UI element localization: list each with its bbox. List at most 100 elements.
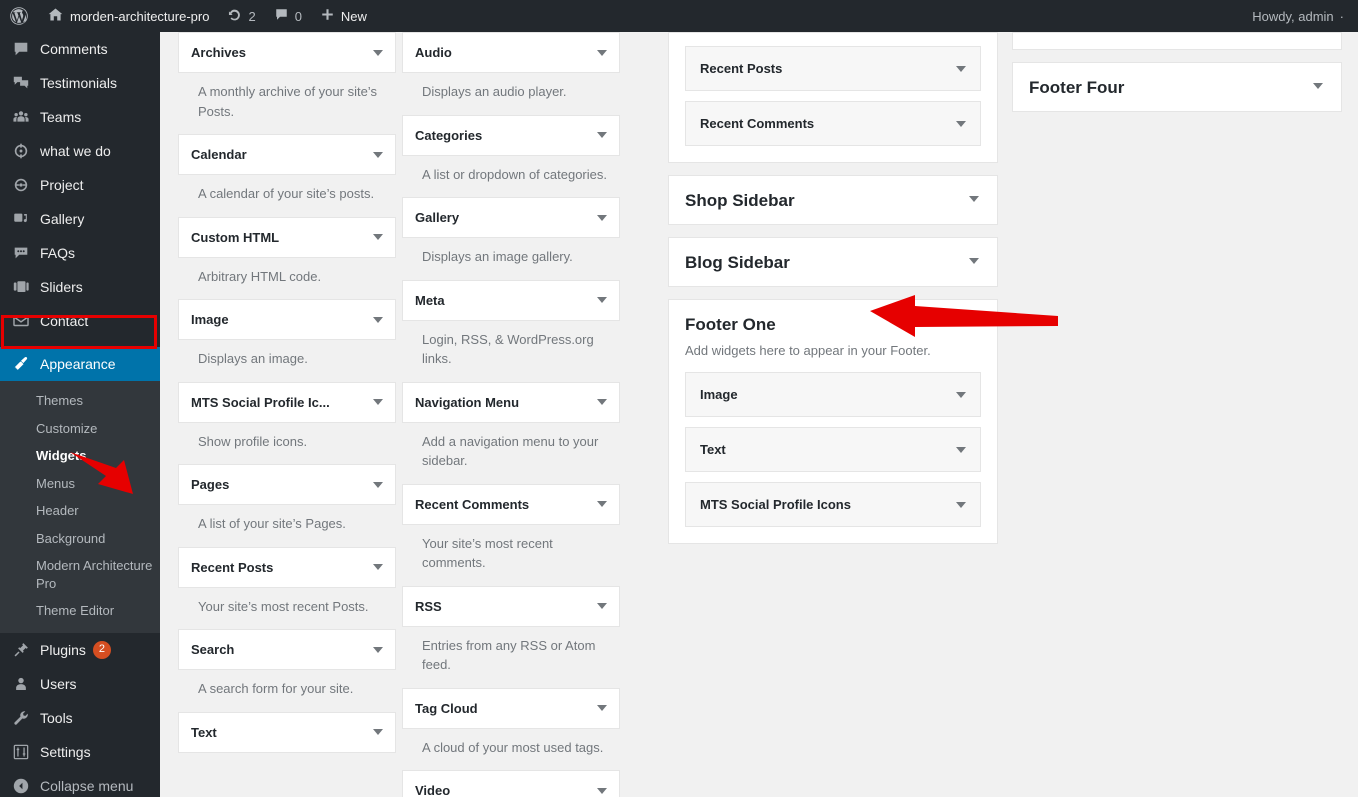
chevron-down-icon[interactable] [956,392,966,398]
chevron-down-icon[interactable] [373,152,383,158]
widget-card-calendar[interactable]: Calendar [178,134,396,175]
sidebar-panel-open-top[interactable]: Recent Posts Recent Comments [668,32,998,163]
site-name-menu[interactable]: morden-architecture-pro [38,0,218,32]
chevron-down-icon[interactable] [373,647,383,653]
sidebar-item-settings[interactable]: Settings [0,735,160,769]
sidebar-item-contact[interactable]: Contact [0,304,160,338]
collapse-menu-button[interactable]: Collapse menu [0,769,160,797]
assigned-widget-recent-comments[interactable]: Recent Comments [685,101,981,146]
chevron-down-icon[interactable] [956,121,966,127]
sidebar-panel-shop-sidebar[interactable]: Shop Sidebar [668,175,998,225]
chevron-down-icon[interactable] [373,234,383,240]
assigned-widget-mts-social-profile-icons[interactable]: MTS Social Profile Icons [685,482,981,527]
chevron-down-icon[interactable] [597,297,607,303]
widget-card-archives[interactable]: Archives [178,32,396,73]
widget-card-header[interactable]: Pages [179,465,395,504]
sidebar-panel-blog-sidebar[interactable]: Blog Sidebar [668,237,998,287]
widget-card-recent-comments[interactable]: Recent Comments [402,484,620,525]
widget-card-header[interactable]: Recent Comments [403,485,619,524]
widget-card-search[interactable]: Search [178,629,396,670]
chevron-down-icon[interactable] [373,729,383,735]
chevron-down-icon[interactable] [597,788,607,794]
chevron-down-icon[interactable] [597,132,607,138]
widget-card-header[interactable]: Meta [403,281,619,320]
sidebar-item-plugins[interactable]: Plugins 2 [0,633,160,667]
sidebar-item-comments[interactable]: Comments [0,32,160,66]
chevron-down-icon[interactable] [373,482,383,488]
widget-card-tag-cloud[interactable]: Tag Cloud [402,688,620,729]
widget-card-header[interactable]: Categories [403,116,619,155]
sidebar-panel-partial-top[interactable] [1012,32,1342,50]
submenu-item-theme-editor[interactable]: Theme Editor [0,597,160,625]
widget-card-gallery[interactable]: Gallery [402,197,620,238]
widget-card-navigation-menu[interactable]: Navigation Menu [402,382,620,423]
sidebar-item-gallery[interactable]: Gallery [0,202,160,236]
chevron-down-icon[interactable] [956,447,966,453]
widget-card-meta[interactable]: Meta [402,280,620,321]
sidebar-item-sliders[interactable]: Sliders [0,270,160,304]
widget-card-header[interactable]: RSS [403,587,619,626]
widget-card-header[interactable]: Archives [179,33,395,72]
chevron-up-icon[interactable] [969,320,979,326]
new-content-menu[interactable]: New [311,0,376,32]
widget-card-rss[interactable]: RSS [402,586,620,627]
widget-card-header[interactable]: Text [179,713,395,752]
submenu-item-customize[interactable]: Customize [0,415,160,443]
chevron-down-icon[interactable] [597,603,607,609]
assigned-widget-text[interactable]: Text [685,427,981,472]
sidebar-item-what-we-do[interactable]: what we do [0,134,160,168]
sidebar-panel-footer-four[interactable]: Footer Four [1012,62,1342,112]
chevron-down-icon[interactable] [373,317,383,323]
widget-card-custom-html[interactable]: Custom HTML [178,217,396,258]
widget-card-video[interactable]: Video [402,770,620,797]
chevron-down-icon[interactable] [597,399,607,405]
comments-menu[interactable]: 0 [265,0,311,32]
sidebar-panel-header[interactable]: Shop Sidebar [669,176,997,224]
sidebar-panel-footer-one[interactable]: Footer One Add widgets here to appear in… [668,299,998,544]
submenu-item-widgets[interactable]: Widgets [0,442,160,470]
chevron-down-icon[interactable] [597,50,607,56]
assigned-widget-recent-posts[interactable]: Recent Posts [685,46,981,91]
widget-card-header[interactable]: Calendar [179,135,395,174]
chevron-down-icon[interactable] [373,50,383,56]
chevron-down-icon[interactable] [373,399,383,405]
sidebar-item-faqs[interactable]: FAQs [0,236,160,270]
submenu-item-menus[interactable]: Menus [0,470,160,498]
chevron-down-icon[interactable] [969,196,979,202]
submenu-item-modern-architecture-pro[interactable]: Modern Architecture Pro [0,552,160,597]
widget-card-recent-posts[interactable]: Recent Posts [178,547,396,588]
sidebar-panel-header[interactable]: Footer One Add widgets here to appear in… [669,300,997,372]
chevron-down-icon[interactable] [969,258,979,264]
chevron-down-icon[interactable] [597,705,607,711]
widget-card-header[interactable]: MTS Social Profile Ic... [179,383,395,422]
assigned-widget-image[interactable]: Image [685,372,981,417]
chevron-down-icon[interactable] [597,501,607,507]
submenu-item-themes[interactable]: Themes [0,387,160,415]
widget-card-header[interactable]: Audio [403,33,619,72]
widget-card-audio[interactable]: Audio [402,32,620,73]
sidebar-item-tools[interactable]: Tools [0,701,160,735]
widget-card-header[interactable]: Gallery [403,198,619,237]
updates-menu[interactable]: 2 [218,0,264,32]
submenu-item-header[interactable]: Header [0,497,160,525]
chevron-down-icon[interactable] [373,564,383,570]
widget-card-image[interactable]: Image [178,299,396,340]
widget-card-header[interactable]: Navigation Menu [403,383,619,422]
widget-card-header[interactable]: Image [179,300,395,339]
wordpress-logo-menu[interactable] [0,0,38,32]
widget-card-pages[interactable]: Pages [178,464,396,505]
widget-card-header[interactable]: Tag Cloud [403,689,619,728]
widget-card-header[interactable]: Recent Posts [179,548,395,587]
my-account-menu[interactable]: Howdy, admin · [1252,9,1358,24]
widget-card-header[interactable]: Video [403,771,619,797]
widget-card-mts-social-profile-icons[interactable]: MTS Social Profile Ic... [178,382,396,423]
sidebar-panel-header[interactable]: Footer Four [1013,63,1341,111]
widget-card-header[interactable]: Search [179,630,395,669]
sidebar-item-project[interactable]: Project [0,168,160,202]
chevron-down-icon[interactable] [597,215,607,221]
chevron-down-icon[interactable] [956,502,966,508]
sidebar-item-users[interactable]: Users [0,667,160,701]
widget-card-text[interactable]: Text [178,712,396,753]
submenu-item-background[interactable]: Background [0,525,160,553]
sidebar-panel-header[interactable]: Blog Sidebar [669,238,997,286]
